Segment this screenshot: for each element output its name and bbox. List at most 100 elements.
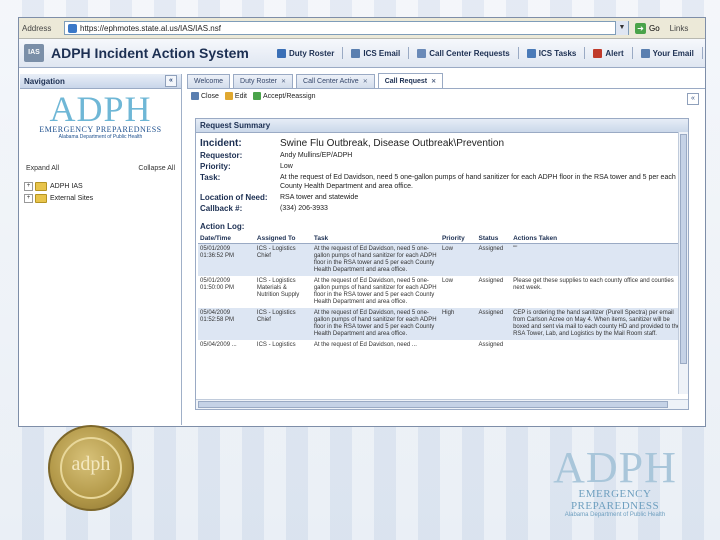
your-email-button[interactable]: Your Email: [640, 48, 694, 58]
column-header-priority: Priority: [439, 234, 477, 244]
footer-logo-org: Alabama Department of Public Health: [564, 512, 666, 518]
navigation-panel: Navigation « ADPH EMERGENCY PREPAREDNESS…: [20, 74, 182, 425]
table-row: 05/04/2009 01:52:58 PM ICS - Logistics Ch…: [198, 308, 684, 340]
go-button[interactable]: ➜ Go: [635, 22, 660, 34]
column-header-actions-taken: Actions Taken: [511, 234, 684, 244]
collapse-pane-button[interactable]: «: [687, 93, 699, 105]
ics-tasks-button[interactable]: ICS Tasks: [526, 48, 576, 58]
navigation-tree: + ADPH IAS + External Sites: [20, 180, 181, 204]
cell-actions: "": [511, 243, 684, 276]
tree-item-label: ADPH IAS: [50, 182, 83, 190]
footer-adph-logo: ADPH EMERGENCY PREPAREDNESS Alabama Depa…: [535, 446, 695, 519]
field-row-requestor: Requestor: Andy Mullins/EP/ADPH: [196, 151, 688, 160]
edit-button[interactable]: Edit: [224, 92, 247, 100]
cell-task: At the request of Ed Davidson, need 5 on…: [311, 243, 440, 276]
close-tab-icon[interactable]: ✕: [363, 78, 368, 85]
horizontal-scrollbar[interactable]: [196, 399, 688, 409]
cell-task: At the request of Ed Davidson, need 5 on…: [311, 308, 440, 340]
request-summary-panel: Request Summary Incident: Swine Flu Outb…: [195, 118, 689, 410]
cell-task: At the request of Ed Davidson, need ...: [313, 342, 417, 348]
field-value: Low: [280, 163, 293, 170]
action-label: Edit: [234, 92, 247, 100]
tab-duty-roster[interactable]: Duty Roster ✕: [233, 74, 294, 88]
column-header-task: Task: [311, 234, 440, 244]
alert-icon: [593, 48, 603, 58]
logo-main-text: ADPH: [49, 89, 152, 129]
close-tab-icon[interactable]: ✕: [281, 78, 286, 85]
app-title: ADPH Incident Action System: [51, 45, 249, 61]
table-row: 05/01/2009 01:50:00 PM ICS - Logistics Ma…: [198, 276, 684, 308]
address-bar: Address https://ephmotes.state.al.us/IAS…: [19, 18, 705, 39]
incident-value: Swine Flu Outbreak, Disease Outbreak\Pre…: [280, 138, 504, 149]
collapse-navigation-button[interactable]: «: [165, 75, 177, 87]
go-label: Go: [649, 23, 660, 33]
cell-actions: [511, 340, 684, 351]
cell-status: Assigned: [476, 243, 512, 276]
field-row-task: Task: At the request of Ed Davidson, need…: [196, 173, 688, 191]
field-label: Requestor:: [200, 151, 243, 160]
request-fields: Requestor: Andy Mullins/EP/ADPH Priority: L…: [196, 151, 688, 213]
field-label: Callback #:: [200, 204, 243, 213]
ics-email-button[interactable]: ICS Email: [351, 48, 400, 58]
duty-roster-button[interactable]: Duty Roster: [277, 48, 334, 58]
call-center-requests-button[interactable]: Call Center Requests: [417, 48, 510, 58]
tab-call-request[interactable]: Call Request ✕: [377, 73, 444, 88]
toolbar-separator: [517, 47, 519, 59]
chevron-down-icon[interactable]: ▼: [615, 21, 628, 35]
tab-label: Call Center Active: [303, 78, 359, 85]
tab-strip: Welcome Duty Roster ✕ Call Center Active ✕ Ca…: [187, 73, 705, 89]
field-label: Priority:: [200, 162, 231, 171]
tab-label: Welcome: [194, 78, 224, 85]
vertical-scrollbar[interactable]: [678, 132, 688, 394]
expand-all-link[interactable]: Expand All: [26, 165, 59, 172]
tab-welcome[interactable]: Welcome: [187, 74, 231, 88]
cell-priority: Low: [439, 243, 477, 276]
action-log-title: Action Log:: [200, 222, 245, 231]
alert-button[interactable]: Alert: [593, 48, 624, 58]
folder-icon: [35, 193, 47, 203]
close-button[interactable]: Close: [191, 92, 219, 100]
tab-call-center-active[interactable]: Call Center Active ✕: [296, 74, 375, 88]
close-tab-icon[interactable]: ✕: [431, 78, 436, 85]
tree-item-external-sites[interactable]: + External Sites: [24, 192, 181, 204]
expand-icon[interactable]: +: [24, 193, 33, 203]
document-icon: [417, 48, 427, 58]
request-summary-header: Request Summary: [196, 119, 688, 133]
page-icon: [68, 23, 77, 33]
cell-assigned: ICS - Logistics Materials & Nutrition Su…: [256, 278, 300, 298]
field-label: Task:: [200, 173, 221, 182]
field-row-callback: Callback #: (334) 206-3933: [196, 204, 688, 213]
action-log-table: Date/Time Assigned To Task Priority Status Ac…: [198, 234, 684, 351]
email-icon: [640, 48, 650, 58]
tab-label: Call Request: [384, 77, 428, 85]
field-value: Andy Mullins/EP/ADPH: [280, 152, 353, 159]
adph-logo: ADPH EMERGENCY PREPAREDNESS Alabama Depa…: [20, 89, 181, 155]
cell-date: 05/04/2009 ...: [200, 342, 237, 348]
accept-icon: [252, 92, 261, 100]
tasks-icon: [526, 48, 536, 58]
cell-actions: CEP is ordering the hand sanitizer (Pure…: [511, 308, 684, 340]
incident-row: Incident: Swine Flu Outbreak, Disease Ou…: [196, 138, 688, 149]
links-button[interactable]: Links: [670, 24, 689, 33]
incident-label: Incident:: [200, 138, 242, 149]
tree-item-adph-ias[interactable]: + ADPH IAS: [24, 180, 181, 192]
cell-date: 05/04/2009 01:52:58 PM: [198, 308, 255, 340]
cell-actions: Please get these supplies to each county…: [513, 278, 674, 291]
cell-status: Assigned: [478, 278, 504, 284]
collapse-all-link[interactable]: Collapse All: [138, 165, 175, 172]
tree-item-label: External Sites: [50, 194, 94, 202]
browser-window: Address https://ephmotes.state.al.us/IAS…: [18, 17, 706, 427]
action-bar: Close Edit Accept/Reassign: [191, 92, 322, 100]
address-input[interactable]: https://ephmotes.state.al.us/IAS/IAS.nsf…: [64, 21, 629, 35]
field-row-location-of-need: Location of Need: RSA tower and statewide: [196, 193, 688, 202]
scroll-thumb[interactable]: [198, 401, 668, 408]
toolbar-separator: [584, 47, 586, 59]
toolbar-separator: [701, 47, 703, 59]
tab-label: Duty Roster: [240, 78, 278, 85]
cell-priority: [440, 340, 477, 351]
accept-reassign-button[interactable]: Accept/Reassign: [252, 92, 316, 100]
main-toolbar: Duty Roster ICS Email Call Center Requests…: [277, 47, 705, 59]
action-log-header-row: Date/Time Assigned To Task Priority Status Ac…: [198, 234, 684, 244]
expand-icon[interactable]: +: [24, 181, 33, 191]
scroll-thumb[interactable]: [680, 134, 687, 364]
